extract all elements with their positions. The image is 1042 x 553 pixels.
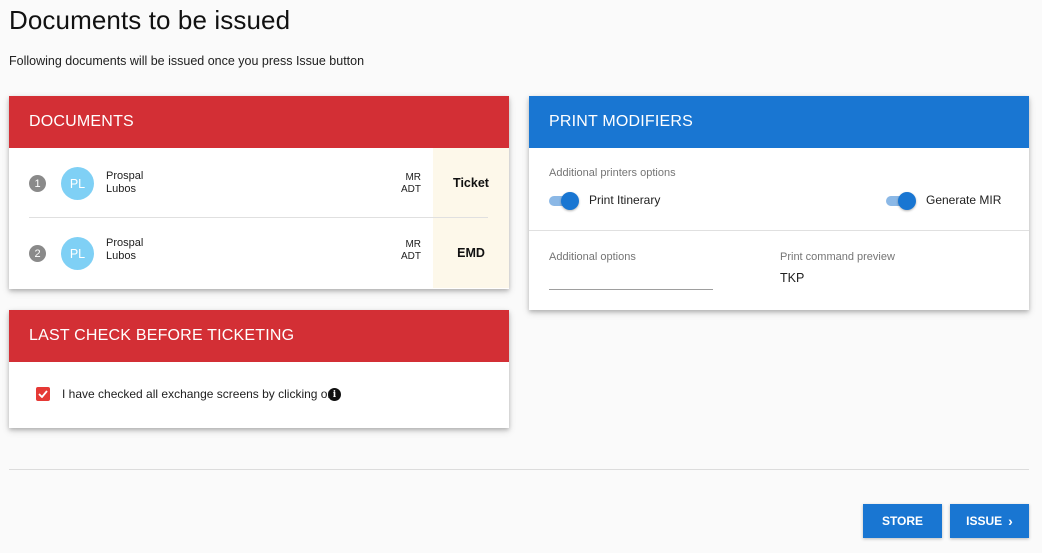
footer-divider	[9, 469, 1029, 470]
print-preview-label: Print command preview	[780, 251, 895, 263]
exchange-checked-checkbox[interactable]	[36, 387, 50, 401]
print-itinerary-label: Print Itinerary	[589, 193, 661, 207]
document-type: Ticket	[433, 148, 509, 218]
print-modifiers-card: PRINT MODIFIERS Additional printers opti…	[529, 96, 1029, 310]
last-check-header: LAST CHECK BEFORE TICKETING	[9, 310, 509, 362]
document-type: EMD	[433, 218, 509, 288]
passenger-first-name: Lubos	[106, 183, 136, 195]
passenger-first-name: Lubos	[106, 250, 136, 262]
section-divider	[529, 230, 1029, 231]
passenger-name: Prospal Lubos	[106, 237, 143, 263]
store-button[interactable]: STORE	[863, 504, 942, 538]
print-itinerary-toggle[interactable]	[549, 191, 579, 210]
avatar: PL	[61, 237, 94, 270]
passenger-title: MR	[405, 239, 421, 250]
page-subtitle: Following documents will be issued once …	[9, 54, 365, 68]
issue-button-label: ISSUE	[966, 514, 1003, 528]
passenger-title: MR	[405, 172, 421, 183]
additional-options-label: Additional options	[549, 251, 636, 263]
avatar: PL	[61, 167, 94, 200]
passenger-category: ADT	[401, 184, 421, 195]
input-underline	[549, 289, 713, 290]
print-modifiers-header: PRINT MODIFIERS	[529, 96, 1029, 148]
printers-options-label: Additional printers options	[549, 167, 676, 179]
generate-mir-label: Generate MIR	[926, 193, 1002, 207]
passenger-category: ADT	[401, 251, 421, 262]
passenger-type: MR ADT	[381, 172, 421, 196]
row-number-badge: 1	[29, 175, 46, 192]
document-row[interactable]: 1 PL Prospal Lubos MR ADT Ticket	[9, 148, 509, 218]
passenger-last-name: Prospal	[106, 237, 144, 249]
documents-card: DOCUMENTS 1 PL Prospal Lubos MR ADT Tick…	[9, 96, 509, 289]
passenger-name: Prospal Lubos	[106, 170, 143, 196]
info-icon[interactable]: i	[328, 388, 341, 401]
page-title: Documents to be issued	[9, 5, 291, 35]
chevron-right-icon: ›	[1008, 513, 1013, 529]
issue-button[interactable]: ISSUE ›	[950, 504, 1029, 538]
checkbox-label[interactable]: I have checked all exchange screens by c…	[62, 387, 334, 401]
document-row[interactable]: 2 PL Prospal Lubos MR ADT EMD	[9, 218, 509, 288]
additional-options-input[interactable]	[549, 268, 713, 288]
print-preview-value: TKP	[780, 271, 805, 285]
documents-header: DOCUMENTS	[9, 96, 509, 148]
last-check-card: LAST CHECK BEFORE TICKETING I have check…	[9, 310, 509, 428]
passenger-last-name: Prospal	[106, 170, 144, 182]
checkmark-icon	[38, 390, 48, 398]
passenger-type: MR ADT	[381, 239, 421, 263]
row-number-badge: 2	[29, 245, 46, 262]
generate-mir-toggle[interactable]	[886, 191, 916, 210]
store-button-label: STORE	[881, 514, 924, 528]
